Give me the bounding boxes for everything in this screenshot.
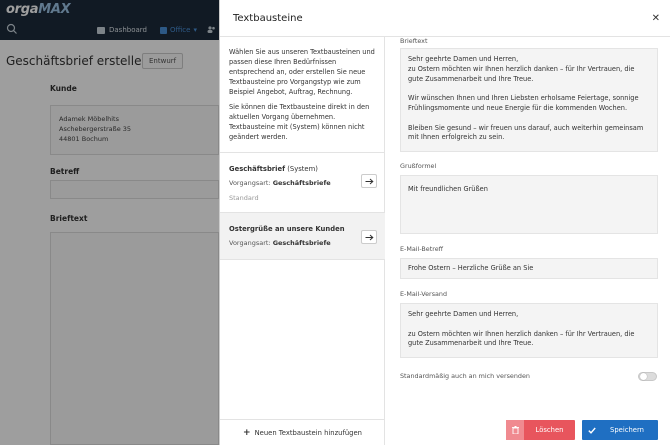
intro-paragraph-1: Wählen Sie aus unseren Textbausteinen un…: [229, 48, 375, 96]
arrow-right-icon: [365, 234, 374, 240]
closing-field[interactable]: Mit freundlichen Grüßen: [400, 175, 658, 234]
intro-text: Wählen Sie aus unseren Textbausteinen un…: [229, 47, 379, 142]
trash-icon: [506, 420, 524, 440]
textbausteine-dialog: Textbausteine ✕ Wählen Sie aus unseren T…: [219, 0, 670, 445]
dialog-header: Textbausteine ✕: [220, 0, 670, 37]
email-subject-field[interactable]: Frohe Ostern – Herzliche Grüße an Sie: [400, 258, 658, 279]
modal-overlay[interactable]: [0, 0, 219, 445]
apply-template-button[interactable]: [361, 230, 377, 244]
letter-text-label: Brieftext: [400, 37, 428, 45]
cc-me-label: Standardmäßig auch an mich versenden: [400, 372, 530, 380]
template-name: Geschäftsbrief (System): [229, 165, 318, 173]
delete-label: Löschen: [535, 426, 564, 434]
letter-text-field[interactable]: Sehr geehrte Damen und Herren, zu Ostern…: [400, 48, 658, 152]
dialog-title: Textbausteine: [233, 13, 303, 24]
template-type: Vorgangsart: Geschäftsbriefe: [229, 179, 331, 187]
email-send-field[interactable]: Sehr geehrte Damen und Herren, zu Ostern…: [400, 303, 658, 358]
apply-template-button[interactable]: [361, 174, 377, 188]
checkmark-icon: [582, 420, 602, 440]
closing-label: Grußformel: [400, 162, 437, 170]
template-type: Vorgangsart: Geschäftsbriefe: [229, 239, 331, 247]
save-label: Speichern: [610, 426, 644, 434]
template-item-geschaeftsbrief[interactable]: Geschäftsbrief (System) Vorgangsart: Ges…: [220, 152, 385, 212]
close-icon[interactable]: ✕: [652, 13, 660, 24]
plus-icon: +: [243, 427, 251, 438]
template-list-pane: Wählen Sie aus unseren Textbausteinen un…: [220, 37, 385, 445]
delete-button[interactable]: Löschen: [506, 420, 575, 440]
closing-value: Mit freundlichen Grüßen: [408, 185, 488, 193]
cc-me-toggle[interactable]: [638, 372, 657, 381]
email-send-value: Sehr geehrte Damen und Herren, zu Ostern…: [408, 310, 635, 348]
email-subject-value: Frohe Ostern – Herzliche Grüße an Sie: [408, 264, 534, 272]
arrow-right-icon: [365, 178, 374, 184]
template-default-label: Standard: [229, 194, 259, 202]
email-subject-label: E-Mail-Betreff: [400, 245, 444, 253]
email-send-label: E-Mail-Versand: [400, 290, 448, 298]
save-button[interactable]: Speichern: [582, 420, 658, 440]
template-editor-pane: Brieftext Sehr geehrte Damen und Herren,…: [385, 37, 670, 445]
letter-text-value: Sehr geehrte Damen und Herren, zu Ostern…: [408, 55, 644, 142]
intro-paragraph-2: Sie können die Textbausteine direkt in d…: [229, 103, 370, 141]
add-template-label: Neuen Textbaustein hinzufügen: [254, 428, 362, 437]
template-item-ostergruesse[interactable]: Ostergrüße an unsere Kunden Vorgangsart:…: [220, 212, 385, 260]
add-template-button[interactable]: + Neuen Textbaustein hinzufügen: [220, 419, 385, 445]
toggle-knob: [640, 373, 647, 380]
template-name: Ostergrüße an unsere Kunden: [229, 225, 345, 233]
